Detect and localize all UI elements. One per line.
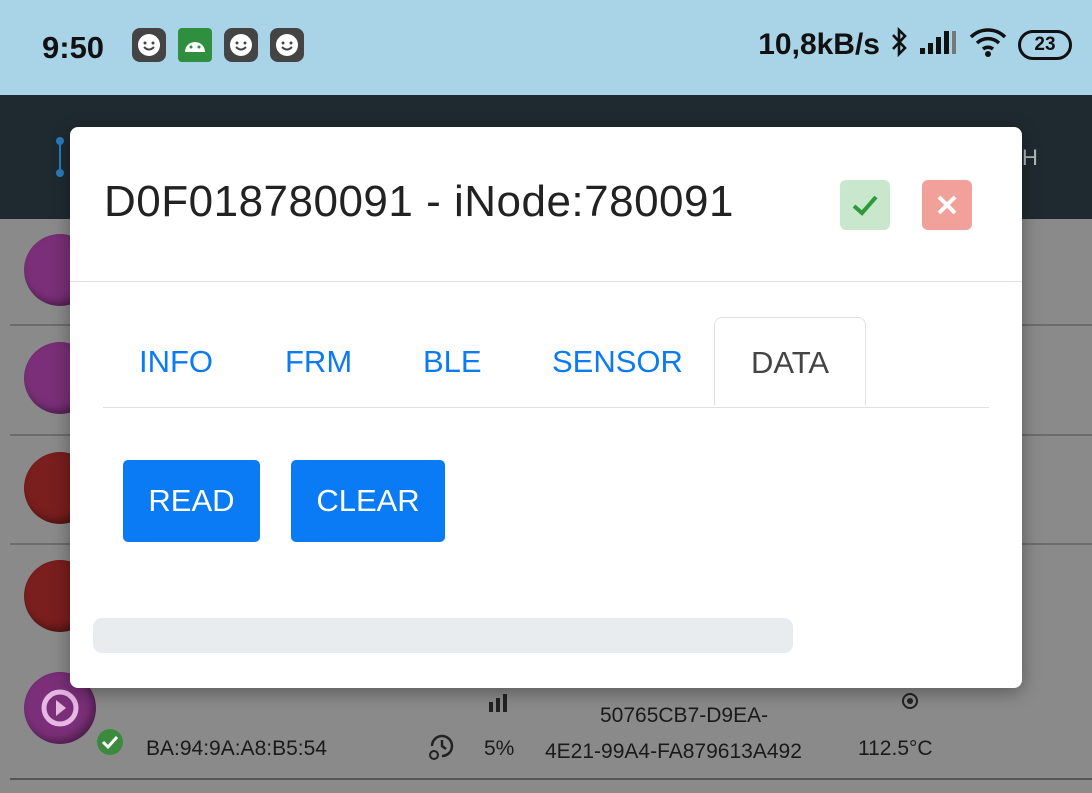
- tab-data[interactable]: DATA: [714, 317, 866, 406]
- check-icon: [852, 195, 878, 216]
- tab-frm[interactable]: FRM: [285, 317, 352, 406]
- read-button[interactable]: READ: [123, 460, 260, 542]
- list-divider: [10, 778, 1092, 780]
- dialog-tabs: INFO FRM BLE SENSOR DATA: [103, 317, 989, 408]
- device-battery: 5%: [484, 737, 515, 760]
- smiley-notification-icon: [224, 28, 258, 62]
- notification-icons: [132, 28, 304, 62]
- toolbar-partial-text: H: [1022, 145, 1038, 170]
- interval-settings-icon: [424, 728, 460, 769]
- network-speed: 10,8kB/s: [758, 27, 880, 61]
- smiley-notification-icon: [132, 28, 166, 62]
- tab-info[interactable]: INFO: [139, 317, 213, 406]
- signal-bars-icon: [488, 694, 510, 717]
- tab-ble[interactable]: BLE: [423, 317, 482, 406]
- battery-icon: 23: [1018, 29, 1072, 60]
- clear-button[interactable]: CLEAR: [291, 460, 445, 542]
- read-progress-bar: [93, 618, 793, 653]
- wifi-icon: [968, 26, 1008, 63]
- device-uuid-line2: 4E21-99A4-FA879613A492: [545, 740, 802, 763]
- cancel-button[interactable]: [922, 180, 972, 230]
- connected-check-icon: [96, 728, 124, 761]
- bluetooth-icon: [890, 26, 908, 62]
- dialog-title: D0F018780091 - iNode:780091: [104, 177, 734, 226]
- smiley-notification-icon: [270, 28, 304, 62]
- status-bar: 9:50 10,8kB/s 23: [0, 0, 1092, 95]
- device-dialog: D0F018780091 - iNode:780091 INFO FRM BLE…: [70, 127, 1022, 688]
- status-time: 9:50: [42, 30, 105, 65]
- tab-sensor[interactable]: SENSOR: [552, 317, 683, 406]
- dialog-header-divider: [70, 281, 1022, 282]
- device-temperature: 112.5°C: [858, 737, 933, 760]
- device-uuid-line1: 50765CB7-D9EA-: [600, 704, 769, 727]
- android-debug-icon: [178, 28, 212, 62]
- confirm-button[interactable]: [840, 180, 890, 230]
- signal-icon: [918, 28, 958, 61]
- app-logo-icon: [52, 135, 68, 181]
- system-status-icons: 10,8kB/s 23: [758, 26, 1072, 63]
- temperature-sensor-icon: [901, 692, 919, 715]
- device-mac: BA:94:9A:A8:B5:54: [146, 737, 327, 760]
- close-icon: [937, 195, 957, 215]
